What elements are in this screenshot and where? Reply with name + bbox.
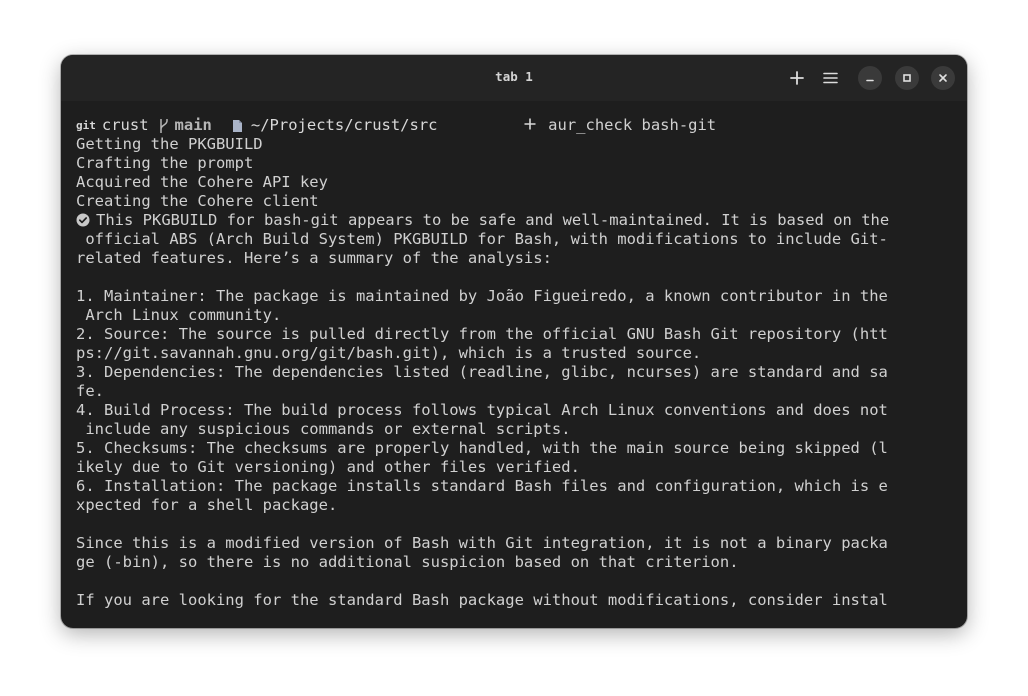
output-line: ps://git.savannah.gnu.org/git/bash.git),… (76, 344, 702, 362)
minimize-button[interactable] (858, 66, 882, 90)
titlebar[interactable]: tab 1 (61, 55, 967, 101)
output-line: Since this is a modified version of Bash… (76, 534, 888, 552)
file-icon (232, 119, 243, 133)
hamburger-menu-icon (822, 72, 838, 84)
branch-icon (159, 118, 169, 134)
shell-prompt: git crust main ~/Projects/crust/src aur_… (76, 116, 955, 135)
output-line: This PKGBUILD for bash-git appears to be… (76, 211, 955, 230)
output-line: related features. Here’s a summary of th… (76, 249, 552, 267)
output-line: 4. Build Process: The build process foll… (76, 401, 888, 419)
prompt-command: aur_check bash-git (548, 116, 717, 134)
close-button[interactable] (931, 66, 955, 90)
output-line: Acquired the Cohere API key (76, 173, 328, 191)
prompt-path: ~/Projects/crust/src (250, 116, 438, 134)
output-line: If you are looking for the standard Bash… (76, 591, 888, 609)
output-line: xpected for a shell package. (76, 496, 338, 514)
output-line: ge (-bin), so there is no additional sus… (76, 553, 739, 571)
git-icon: git (76, 119, 96, 132)
menu-button[interactable] (820, 68, 840, 88)
output-line: 6. Installation: The package installs st… (76, 477, 888, 495)
output-line: 5. Checksums: The checksums are properly… (76, 439, 888, 457)
minimize-icon (866, 79, 874, 82)
output-line: Creating the Cohere client (76, 192, 319, 210)
output-line: 1. Maintainer: The package is maintained… (76, 287, 888, 305)
output-line: 3. Dependencies: The dependencies listed… (76, 363, 888, 381)
prompt-plus-icon (450, 116, 537, 154)
output-text: This PKGBUILD for bash-git appears to be… (96, 211, 890, 229)
new-tab-button[interactable] (787, 68, 807, 88)
output-line: ikely due to Git versioning) and other f… (76, 458, 580, 476)
output-line: Crafting the prompt (76, 154, 254, 172)
output-line: official ABS (Arch Build System) PKGBUIL… (76, 230, 888, 248)
terminal-window: tab 1 git crust main ~/Projects/crust/sr… (61, 55, 967, 628)
output-line: 2. Source: The source is pulled directly… (76, 325, 888, 343)
terminal-output[interactable]: git crust main ~/Projects/crust/src aur_… (76, 116, 955, 628)
close-icon (939, 74, 947, 82)
output-line: include any suspicious commands or exter… (76, 420, 571, 438)
plus-icon (790, 71, 804, 85)
check-circle-icon (76, 213, 90, 227)
maximize-button[interactable] (895, 66, 919, 90)
prompt-repo: crust (101, 116, 149, 134)
output-line: fe. (76, 382, 104, 400)
maximize-icon (903, 74, 911, 82)
output-line: Arch Linux community. (76, 306, 282, 324)
prompt-branch: main (174, 116, 212, 134)
